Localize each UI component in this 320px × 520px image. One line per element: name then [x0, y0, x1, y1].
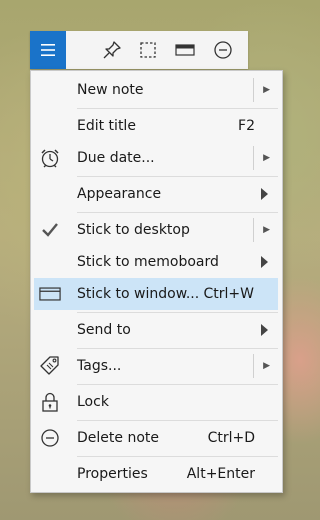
- minus-circle-icon: [39, 427, 61, 449]
- menu-item-new-note[interactable]: New note ▶: [31, 74, 282, 106]
- submenu-arrow-icon[interactable]: ▶: [263, 153, 270, 163]
- menu-item-stick-to-desktop[interactable]: Stick to desktop ▶: [31, 214, 282, 246]
- menu-item-stick-to-window[interactable]: Stick to window... Ctrl+W: [34, 278, 278, 310]
- submenu-separator: [253, 218, 254, 242]
- menu-item-shortcut: F2: [238, 118, 255, 134]
- hamburger-menu-icon: [41, 44, 55, 56]
- menu-item-label: Delete note: [77, 430, 159, 446]
- menu-item-shortcut: Ctrl+D: [207, 430, 255, 446]
- menu-item-label: Stick to desktop: [77, 222, 190, 238]
- menu-item-label: Properties: [77, 466, 148, 482]
- title-bar-icon: [175, 44, 195, 56]
- menu-divider: [77, 456, 278, 457]
- dashed-frame-icon: [140, 42, 156, 58]
- menu-divider: [77, 212, 278, 213]
- submenu-separator: [253, 354, 254, 378]
- menu-divider: [77, 108, 278, 109]
- window-icon: [39, 283, 61, 305]
- padlock-icon: [39, 391, 61, 413]
- menu-item-tags[interactable]: Tags... ▶: [31, 350, 282, 382]
- minus-circle-icon: [214, 41, 232, 59]
- submenu-arrow-icon[interactable]: ▶: [263, 361, 270, 371]
- menu-divider: [77, 176, 278, 177]
- menu-item-edit-title[interactable]: Edit title F2: [31, 110, 282, 142]
- minimize-button[interactable]: [205, 31, 241, 69]
- menu-item-due-date[interactable]: Due date... ▶: [31, 142, 282, 174]
- menu-divider: [77, 420, 278, 421]
- menu-item-label: Edit title: [77, 118, 136, 134]
- menu-item-shortcut: Alt+Enter: [186, 466, 255, 482]
- submenu-arrow-icon[interactable]: ▶: [263, 85, 270, 95]
- tag-icon: [39, 355, 61, 377]
- pin-button[interactable]: [94, 31, 130, 69]
- menu-item-stick-to-memoboard[interactable]: Stick to memoboard: [31, 246, 282, 278]
- menu-item-label: Tags...: [77, 358, 122, 374]
- note-toolbar: [30, 31, 248, 69]
- menu-item-lock[interactable]: Lock: [31, 386, 282, 418]
- menu-item-label: Send to: [77, 322, 131, 338]
- menu-button[interactable]: [30, 31, 66, 69]
- submenu-arrow-icon: [261, 256, 268, 268]
- menu-divider: [77, 312, 278, 313]
- frame-button[interactable]: [130, 31, 166, 69]
- pin-icon: [103, 41, 121, 59]
- menu-divider: [77, 384, 278, 385]
- menu-item-label: Stick to window...: [77, 286, 200, 302]
- menu-item-label: Lock: [77, 394, 109, 410]
- checkmark-icon: [39, 219, 61, 241]
- menu-item-label: Appearance: [77, 186, 162, 202]
- alarm-clock-icon: [39, 147, 61, 169]
- submenu-arrow-icon: [261, 188, 268, 200]
- menu-item-label: Stick to memoboard: [77, 254, 219, 270]
- menu-item-shortcut: Ctrl+W: [203, 286, 254, 302]
- title-bar-button[interactable]: [167, 31, 203, 69]
- submenu-separator: [253, 146, 254, 170]
- submenu-arrow-icon[interactable]: ▶: [263, 225, 270, 235]
- menu-item-label: Due date...: [77, 150, 155, 166]
- menu-item-label: New note: [77, 82, 144, 98]
- menu-divider: [77, 348, 278, 349]
- menu-item-send-to[interactable]: Send to: [31, 314, 282, 346]
- menu-item-appearance[interactable]: Appearance: [31, 178, 282, 210]
- submenu-arrow-icon: [261, 324, 268, 336]
- submenu-separator: [253, 78, 254, 102]
- menu-item-properties[interactable]: Properties Alt+Enter: [31, 458, 282, 490]
- context-menu: New note ▶ Edit title F2 Due date... ▶ A…: [30, 70, 283, 493]
- menu-item-delete-note[interactable]: Delete note Ctrl+D: [31, 422, 282, 454]
